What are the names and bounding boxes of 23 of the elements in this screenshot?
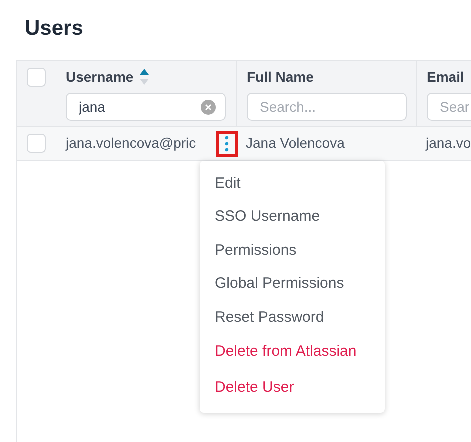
table-cell-text: Jana Volencova (246, 134, 345, 153)
column-header[interactable]: Full Name (247, 66, 314, 88)
clear-icon[interactable] (201, 100, 216, 114)
filter-field[interactable]: Search... (247, 93, 407, 121)
row-actions-button[interactable] (216, 130, 238, 156)
menu-item[interactable]: Delete from Atlassian (200, 334, 385, 370)
menu-item[interactable]: SSO Username (200, 200, 385, 234)
column-header[interactable]: Username (66, 66, 134, 88)
menu-item[interactable]: Delete User (200, 370, 385, 406)
checkbox[interactable] (27, 68, 46, 87)
kebab-icon (225, 136, 229, 152)
checkbox[interactable] (27, 134, 46, 153)
table-cell-text: jana.volencova@pric (66, 134, 196, 153)
table-cell-text: jana.vo (426, 134, 471, 153)
filter-field[interactable]: jana (66, 93, 226, 121)
menu-item[interactable]: Permissions (200, 234, 385, 268)
filter-field[interactable]: Sear (427, 93, 471, 121)
sort-arrows-icon[interactable] (140, 69, 149, 85)
menu-item[interactable]: Reset Password (200, 301, 385, 334)
menu-item[interactable]: Edit (200, 167, 385, 200)
column-header[interactable]: Email (427, 66, 464, 88)
menu-item[interactable]: Global Permissions (200, 268, 385, 301)
page-title: Users (24, 16, 84, 42)
